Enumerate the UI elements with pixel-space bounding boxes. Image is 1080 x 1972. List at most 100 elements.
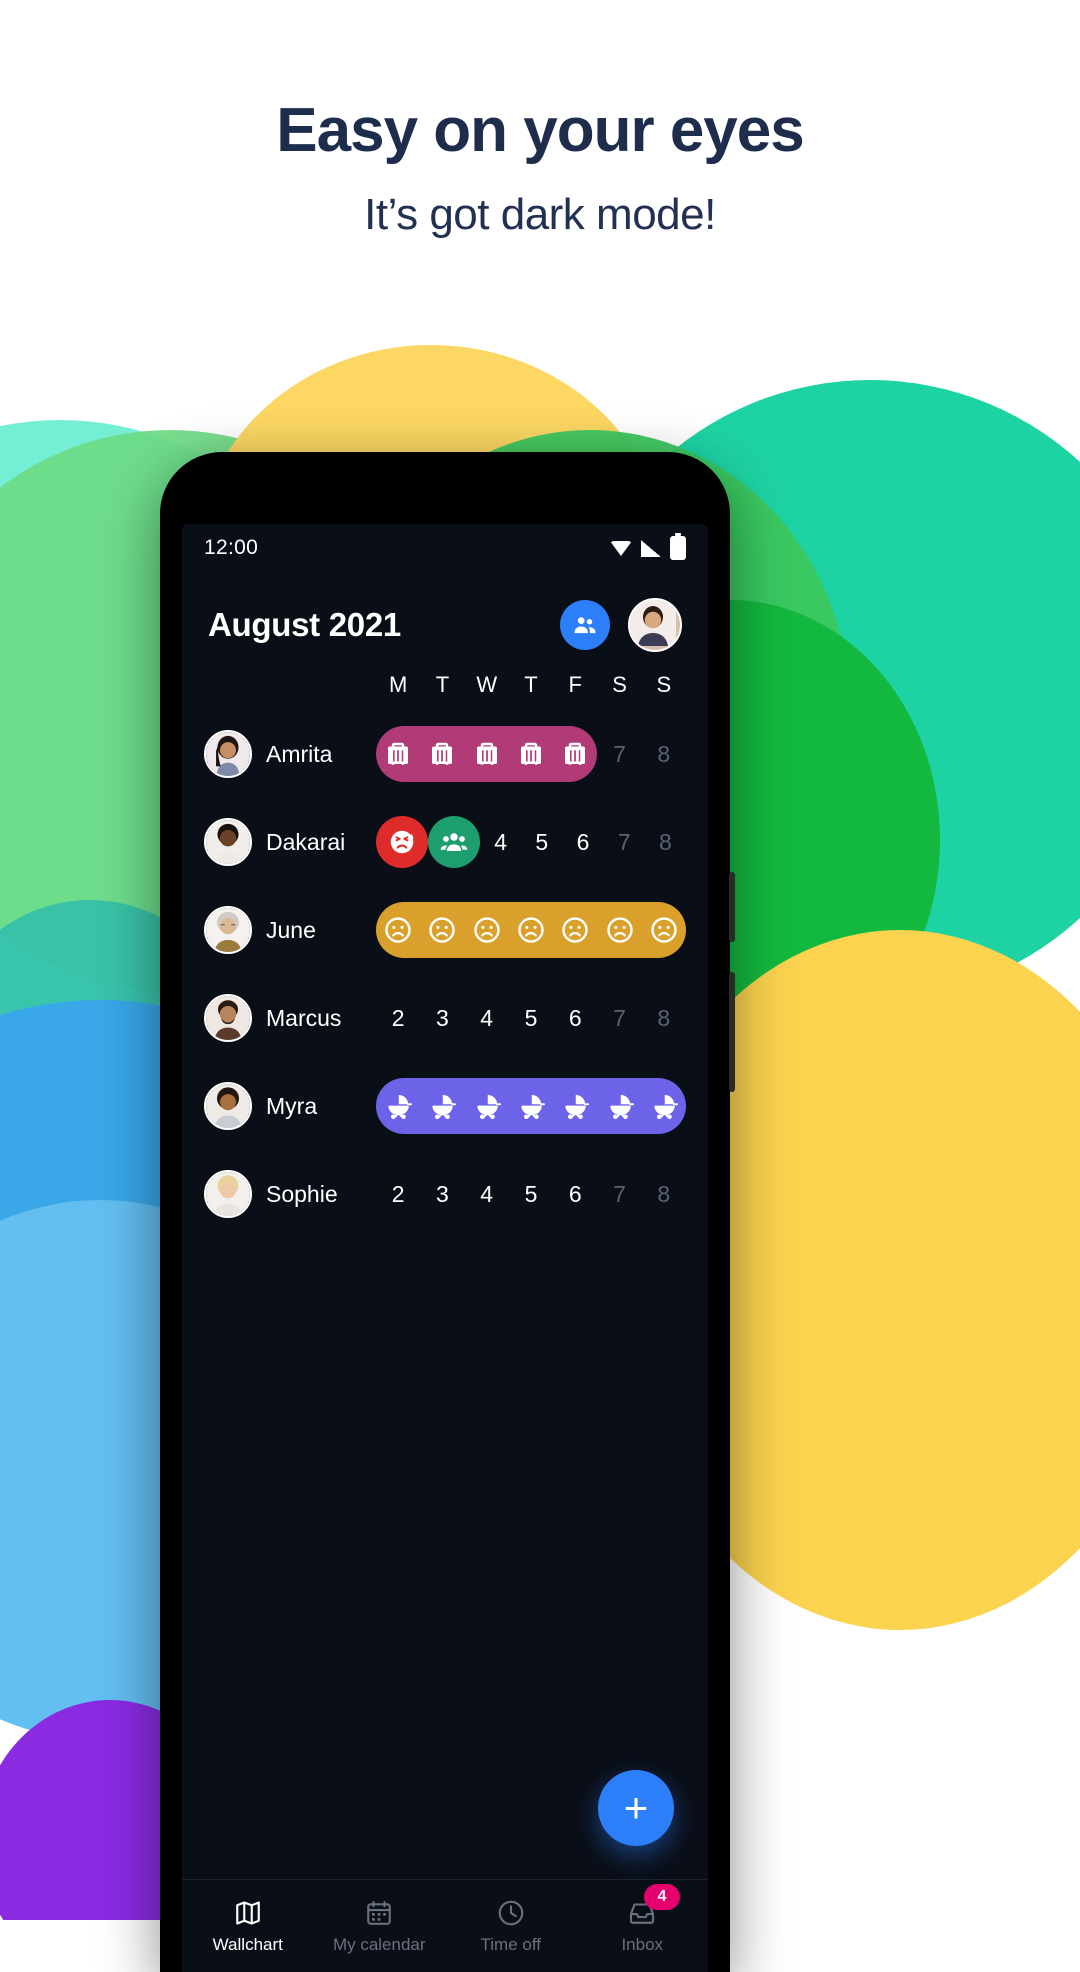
day-cell[interactable]: 6 xyxy=(562,798,603,886)
day-cell[interactable]: 5 xyxy=(509,1150,553,1238)
day-cell[interactable]: 8 xyxy=(642,974,686,1062)
weekday-header: M T W T F S S xyxy=(182,660,708,704)
table-row[interactable]: June xyxy=(182,886,708,974)
avatar[interactable] xyxy=(204,1170,252,1218)
team-button[interactable] xyxy=(560,600,610,650)
avatar-image xyxy=(206,1084,250,1128)
row-cells xyxy=(376,1062,686,1150)
nav-item-inbox[interactable]: Inbox 4 xyxy=(577,1880,709,1972)
day-cell-sad-face-icon[interactable] xyxy=(420,886,464,974)
nav-item-label: Inbox xyxy=(621,1934,664,1954)
bottom-navigation: Wallchart My calendar Time off Inbox 4 xyxy=(182,1879,708,1972)
sad-face-icon xyxy=(427,915,457,945)
app-header: August 2021 xyxy=(182,572,708,660)
day-cell[interactable]: 4 xyxy=(465,974,509,1062)
sick-face-icon xyxy=(387,827,417,857)
row-cells: 2345678 xyxy=(376,1150,686,1238)
day-cell[interactable]: 3 xyxy=(420,974,464,1062)
avatar[interactable] xyxy=(204,818,252,866)
table-row[interactable]: Myra xyxy=(182,1062,708,1150)
nav-item-time-off[interactable]: Time off xyxy=(445,1880,577,1972)
day-cell[interactable]: 7 xyxy=(597,710,641,798)
nav-item-wallchart[interactable]: Wallchart xyxy=(182,1880,314,1972)
row-person[interactable]: Amrita xyxy=(204,730,376,778)
day-cell-sad-face-icon[interactable] xyxy=(597,886,641,974)
add-button[interactable]: + xyxy=(598,1770,674,1846)
stroller-icon xyxy=(516,1091,546,1121)
row-person[interactable]: Sophie xyxy=(204,1170,376,1218)
day-cell-sad-face-icon[interactable] xyxy=(553,886,597,974)
day-cell-stroller-icon[interactable] xyxy=(509,1062,553,1150)
day-cell-stroller-icon[interactable] xyxy=(376,1062,420,1150)
day-cell-suitcase-icon[interactable] xyxy=(376,710,420,798)
day-cell-stroller-icon[interactable] xyxy=(597,1062,641,1150)
nav-item-my-calendar[interactable]: My calendar xyxy=(314,1880,446,1972)
day-cell[interactable]: 6 xyxy=(553,974,597,1062)
day-cell-suitcase-icon[interactable] xyxy=(420,710,464,798)
day-cell-sad-face-icon[interactable] xyxy=(509,886,553,974)
people-icon-badge[interactable] xyxy=(428,816,480,868)
avatar-image xyxy=(206,908,250,952)
day-cell-people-icon[interactable] xyxy=(428,798,480,886)
nav-item-label: My calendar xyxy=(332,1934,426,1954)
day-cell[interactable]: 6 xyxy=(553,1150,597,1238)
day-cell-sad-face-icon[interactable] xyxy=(642,886,686,974)
nav-item-label: Time off xyxy=(480,1934,541,1954)
table-row[interactable]: Dakarai 4 5 6 7 8 xyxy=(182,798,708,886)
avatar-current-user[interactable] xyxy=(628,598,682,652)
table-row[interactable]: Amrita 7 8 xyxy=(182,710,708,798)
avatar[interactable] xyxy=(204,1082,252,1130)
day-cell[interactable]: 4 xyxy=(465,1150,509,1238)
day-cell-stroller-icon[interactable] xyxy=(642,1062,686,1150)
day-cell[interactable]: 2 xyxy=(376,1150,420,1238)
day-cell-suitcase-icon[interactable] xyxy=(465,710,509,798)
day-cell-suitcase-icon[interactable] xyxy=(553,710,597,798)
day-cell[interactable]: 7 xyxy=(604,798,645,886)
day-cell-sick-face-icon[interactable] xyxy=(376,798,428,886)
stroller-icon xyxy=(383,1091,413,1121)
suitcase-icon xyxy=(472,739,502,769)
clock-icon xyxy=(496,1898,526,1928)
row-person[interactable]: June xyxy=(204,906,376,954)
day-cell-sad-face-icon[interactable] xyxy=(376,886,420,974)
sad-face-icon xyxy=(605,915,635,945)
row-person[interactable]: Marcus xyxy=(204,994,376,1042)
table-row[interactable]: Marcus 2 3 4 5 6 7 8 xyxy=(182,974,708,1062)
suitcase-icon xyxy=(560,739,590,769)
avatar-image xyxy=(630,600,676,646)
people-icon xyxy=(574,617,596,634)
signal-icon xyxy=(641,539,661,557)
stroller-icon xyxy=(472,1091,502,1121)
row-cells: 45678 xyxy=(376,798,686,886)
avatar[interactable] xyxy=(204,730,252,778)
day-cell[interactable]: 8 xyxy=(645,798,686,886)
day-cell[interactable]: 4 xyxy=(480,798,521,886)
header-actions xyxy=(560,598,682,652)
avatar[interactable] xyxy=(204,994,252,1042)
row-person[interactable]: Dakarai xyxy=(204,818,376,866)
day-cell[interactable]: 8 xyxy=(642,710,686,798)
day-cell-stroller-icon[interactable] xyxy=(465,1062,509,1150)
day-cell[interactable]: 2 xyxy=(376,974,420,1062)
day-cell-suitcase-icon[interactable] xyxy=(509,710,553,798)
day-cell[interactable]: 7 xyxy=(597,974,641,1062)
weekday-label: T xyxy=(524,672,538,697)
sick-face-icon-badge[interactable] xyxy=(376,816,428,868)
day-cell-stroller-icon[interactable] xyxy=(420,1062,464,1150)
wifi-icon xyxy=(610,540,632,556)
day-cell[interactable]: 5 xyxy=(509,974,553,1062)
day-cell[interactable]: 8 xyxy=(642,1150,686,1238)
suitcase-icon xyxy=(383,739,413,769)
day-cell[interactable]: 3 xyxy=(420,1150,464,1238)
avatar[interactable] xyxy=(204,906,252,954)
status-bar: 12:00 xyxy=(182,524,708,572)
sad-face-icon xyxy=(516,915,546,945)
day-cell-stroller-icon[interactable] xyxy=(553,1062,597,1150)
table-row[interactable]: Sophie 2 3 4 5 6 7 8 xyxy=(182,1150,708,1238)
day-cell[interactable]: 5 xyxy=(521,798,562,886)
wallchart-rows: Amrita 7 8 Dakarai 4 5 6 7 8 June Marcus 2 3 4 5 6 7 8 Myr… xyxy=(182,704,708,1238)
row-person[interactable]: Myra xyxy=(204,1082,376,1130)
day-cell[interactable]: 7 xyxy=(597,1150,641,1238)
day-cell-sad-face-icon[interactable] xyxy=(465,886,509,974)
map-icon xyxy=(233,1898,263,1928)
